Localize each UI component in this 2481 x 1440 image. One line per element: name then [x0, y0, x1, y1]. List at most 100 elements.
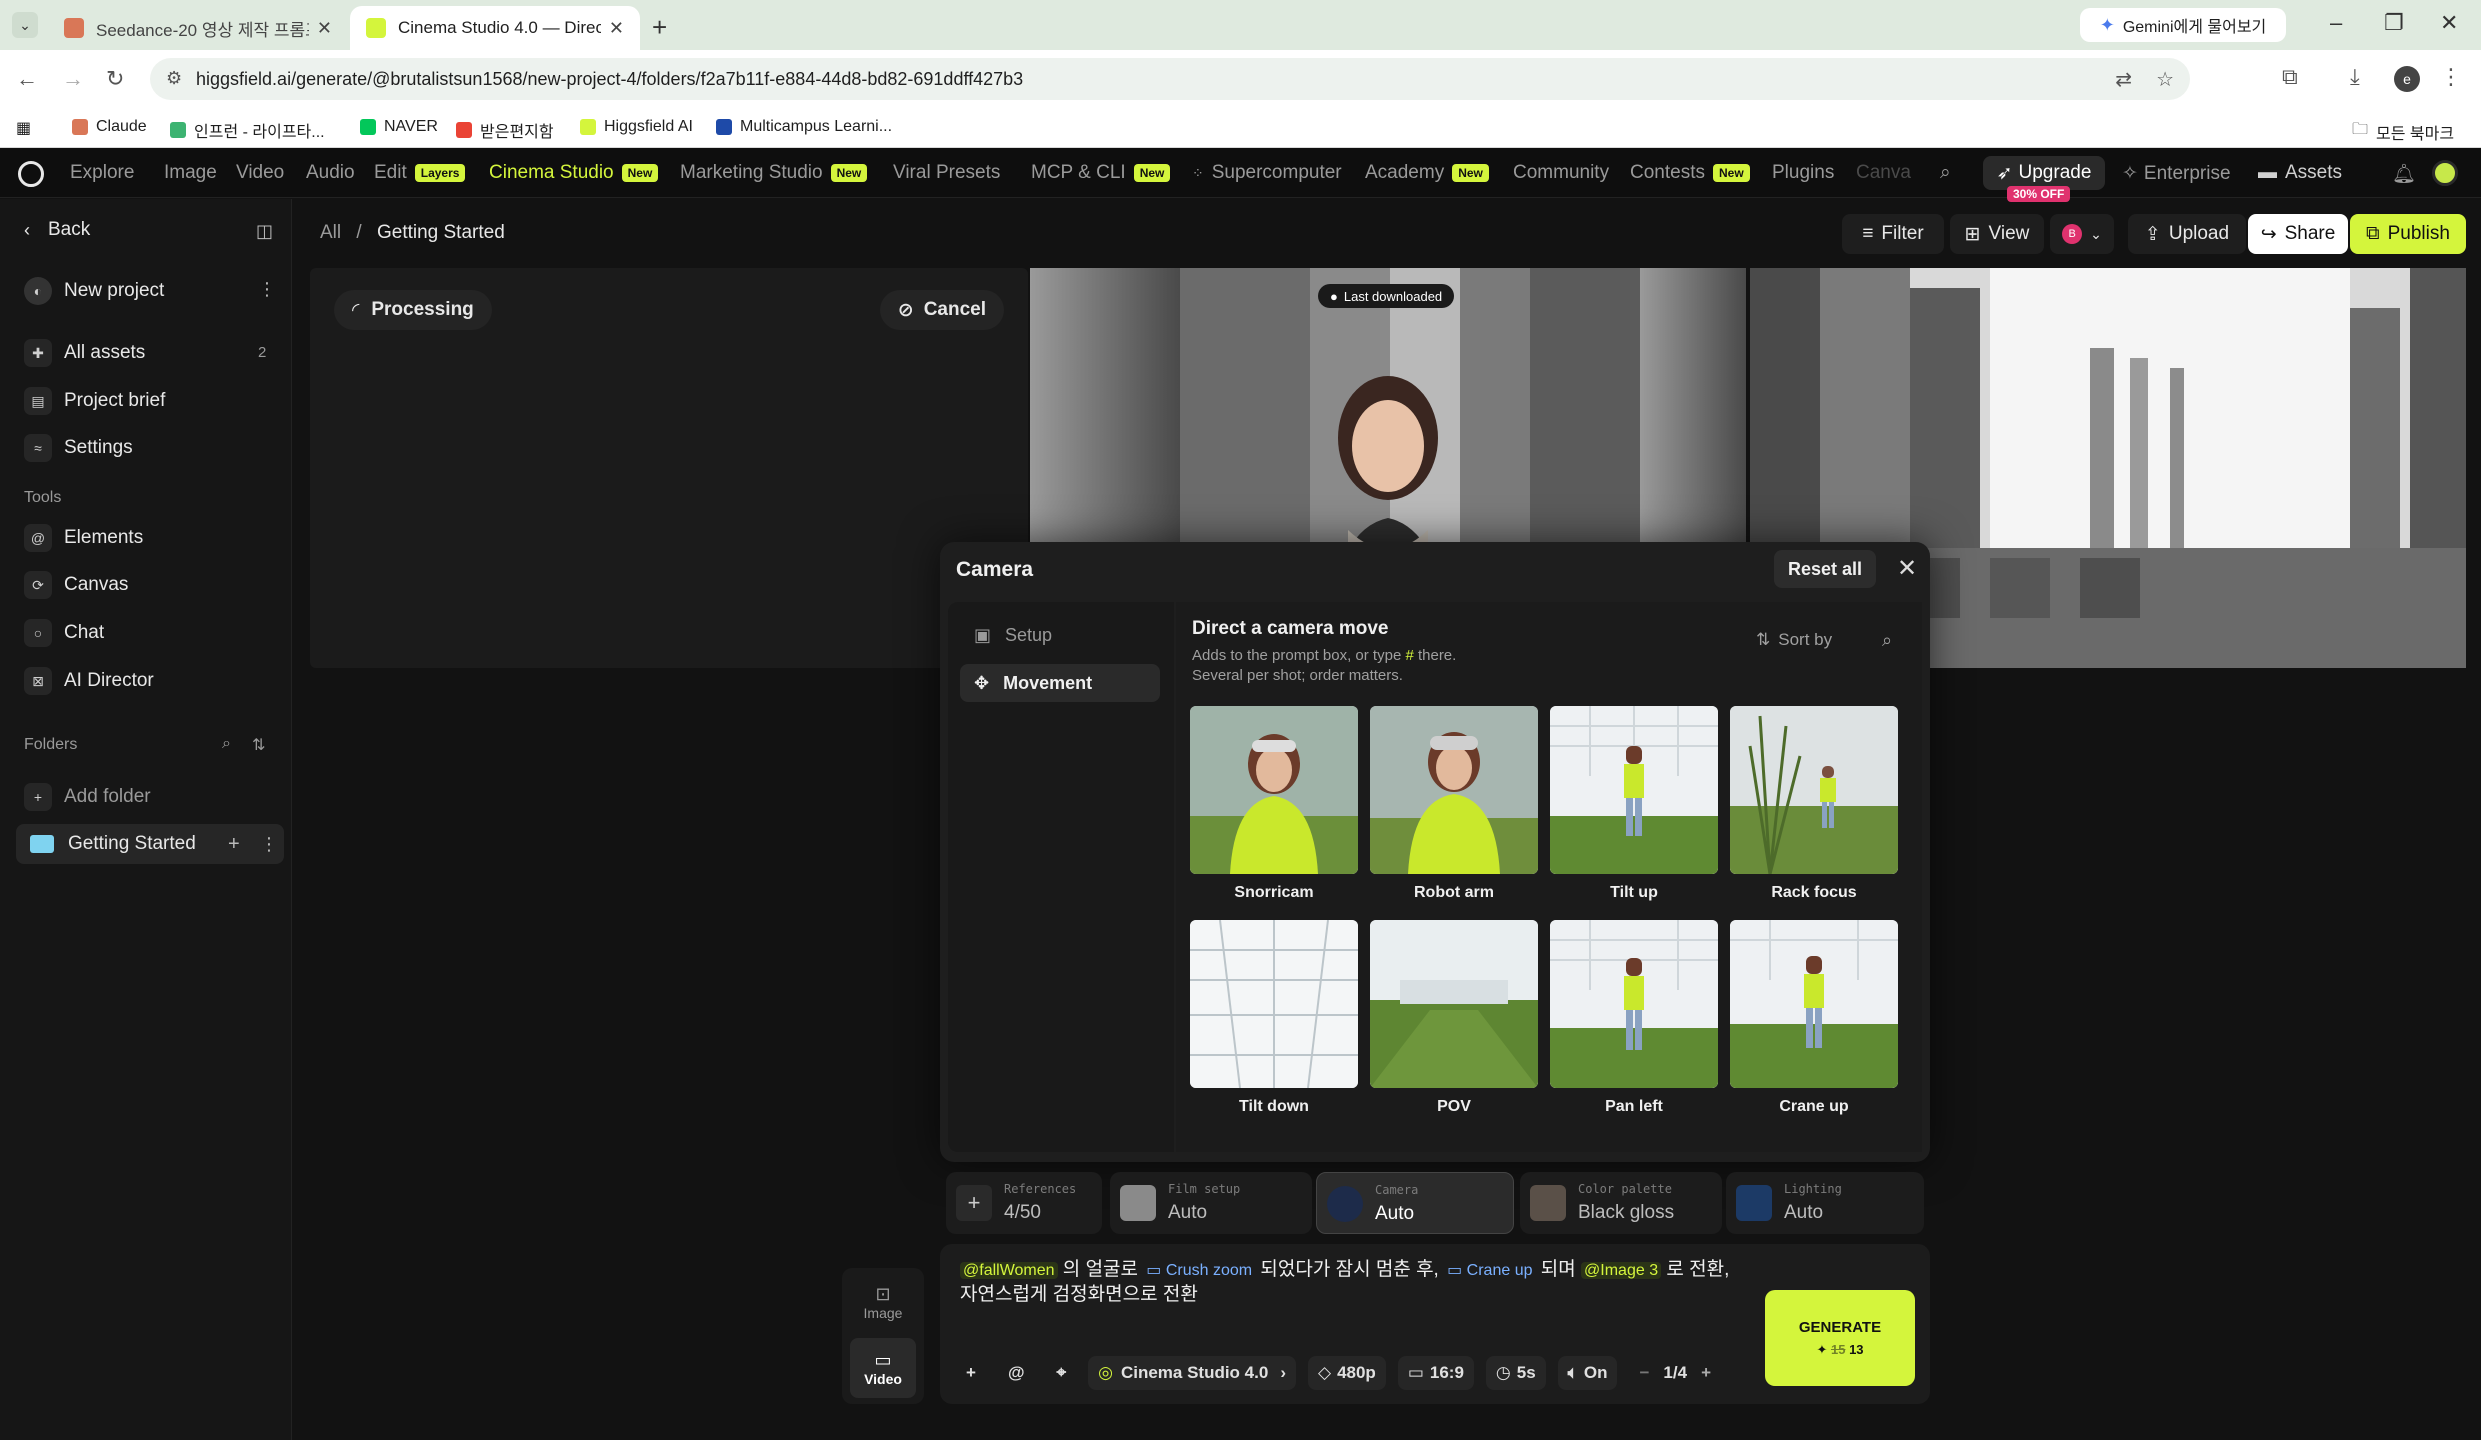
film-setup-setting[interactable]: Film setup Auto — [1110, 1172, 1312, 1234]
bookmark-higgsfield[interactable]: Higgsfield AI — [580, 118, 693, 136]
gemini-button[interactable]: ✦ Gemini에게 물어보기 — [2080, 8, 2286, 42]
resolution-selector[interactable]: ◇ 480p — [1307, 1356, 1386, 1390]
bookmark-claude[interactable]: Claude — [72, 118, 147, 136]
back-button[interactable]: ‹ Back — [24, 219, 90, 241]
move-crane-up[interactable]: Crane up — [1730, 920, 1898, 1116]
all-bookmarks[interactable]: 🗀 모든 북마크 — [2352, 118, 2454, 145]
nav-video[interactable]: Video — [236, 162, 284, 184]
nav-mcp-cli[interactable]: MCP & CLI New — [1031, 162, 1171, 184]
forward-arrow-icon[interactable]: → — [62, 66, 84, 92]
nav-academy[interactable]: Academy New — [1365, 162, 1489, 184]
minimize-icon[interactable]: – — [2330, 10, 2342, 36]
add-icon[interactable]: + — [956, 1356, 986, 1390]
move-rack-focus[interactable]: Rack focus — [1730, 706, 1898, 902]
view-button[interactable]: ⊞ View — [1950, 214, 2044, 254]
browser-tab-seedance[interactable]: Seedance-20 영상 제작 프롬프 ✕ — [48, 6, 348, 50]
nav-plugins[interactable]: Plugins — [1772, 162, 1834, 184]
translate-icon[interactable]: ⇄ — [2115, 67, 2132, 92]
nav-community[interactable]: Community — [1513, 162, 1609, 184]
sidebar-item-project-brief[interactable]: ▤ Project brief — [24, 387, 165, 415]
color-palette-setting[interactable]: Color palette Black gloss — [1520, 1172, 1722, 1234]
count-stepper[interactable]: −1/4 + — [1629, 1356, 1721, 1390]
move-robot-arm[interactable]: Robot arm — [1370, 706, 1538, 902]
nav-canva[interactable]: Canva — [1856, 162, 1911, 184]
browser-tab-cinema[interactable]: Cinema Studio 4.0 — Direct E ✕ — [350, 6, 640, 50]
sidebar-item-settings[interactable]: ≈ Settings — [24, 434, 133, 462]
tab-setup[interactable]: ▣ Setup — [960, 616, 1160, 654]
mode-video[interactable]: ▭ Video — [850, 1338, 916, 1398]
model-selector[interactable]: ◎ Cinema Studio 4.0 › — [1088, 1356, 1296, 1390]
mention-icon[interactable]: @ — [998, 1356, 1035, 1390]
nav-cinema-studio[interactable]: Cinema Studio New — [489, 162, 659, 184]
camera-move-tag[interactable]: ▭ Crush zoom — [1143, 1262, 1255, 1279]
nav-image[interactable]: Image — [164, 162, 217, 184]
user-avatar[interactable] — [2432, 160, 2458, 186]
close-tab-icon[interactable]: ✕ — [317, 18, 332, 39]
crumb-all[interactable]: All — [320, 222, 341, 243]
sidebar-item-canvas[interactable]: ⟳ Canvas — [24, 571, 128, 599]
folder-getting-started[interactable]: Getting Started + ⋮ — [16, 824, 284, 864]
mode-image[interactable]: ⊡ Image — [850, 1272, 916, 1332]
bookmark-inflearn[interactable]: 인프런 - 라이프타... — [170, 118, 325, 142]
back-arrow-icon[interactable]: ← — [16, 66, 38, 92]
sidebar-item-ai-director[interactable]: ⊠ AI Director — [24, 667, 154, 695]
audio-toggle[interactable]: 🔈︎ On — [1557, 1356, 1618, 1390]
references-setting[interactable]: + References 4/50 — [946, 1172, 1102, 1234]
extensions-icon[interactable]: ⧉ — [2282, 64, 2298, 90]
add-folder-button[interactable]: + Add folder — [24, 783, 151, 811]
scan-icon[interactable]: ⌖ — [1047, 1356, 1077, 1390]
move-tilt-down[interactable]: Tilt down — [1190, 920, 1358, 1116]
profile-avatar[interactable]: e — [2394, 66, 2420, 92]
nav-marketing-studio[interactable]: Marketing Studio New — [680, 162, 868, 184]
aspect-selector[interactable]: ▭ 16:9 — [1397, 1356, 1474, 1390]
move-tilt-up[interactable]: Tilt up — [1550, 706, 1718, 902]
browser-menu-icon[interactable]: ⋮ — [2440, 64, 2462, 90]
workspace-switcher[interactable]: B ⌄ — [2050, 214, 2114, 254]
nav-viral-presets[interactable]: Viral Presets — [893, 162, 1000, 184]
nav-audio[interactable]: Audio — [306, 162, 355, 184]
sidebar-item-chat[interactable]: ○ Chat — [24, 619, 104, 647]
upgrade-button[interactable]: ➶ Upgrade — [1983, 156, 2105, 190]
prompt-text[interactable]: @fallWomen 의 얼굴로 ▭ Crush zoom 되었다가 잠시 멈춘… — [960, 1258, 1740, 1307]
folder-search-icon[interactable]: ⌕ — [222, 735, 231, 753]
close-icon[interactable]: ✕ — [1892, 554, 1922, 584]
move-pan-left[interactable]: Pan left — [1550, 920, 1718, 1116]
element-tag[interactable]: @fallWomen — [960, 1262, 1058, 1279]
cancel-button[interactable]: ⊘ Cancel — [879, 290, 1004, 330]
nav-explore[interactable]: Explore — [70, 162, 134, 184]
generate-button[interactable]: GENERATE ✦ 15 13 — [1765, 1290, 1915, 1386]
project-menu-icon[interactable]: ⋮ — [258, 279, 276, 300]
sort-by-button[interactable]: ⇅ Sort by — [1756, 630, 1832, 650]
nav-search-icon[interactable]: ⌕ — [1940, 162, 1951, 184]
share-button[interactable]: ↪ Share — [2248, 214, 2348, 254]
folder-add-icon[interactable]: + — [228, 833, 240, 856]
new-tab-icon[interactable]: + — [652, 12, 667, 43]
minus-icon[interactable]: − — [1639, 1363, 1649, 1383]
nav-edit[interactable]: Edit Layers — [374, 162, 466, 184]
image-tag[interactable]: @Image 3 — [1581, 1262, 1662, 1279]
move-snorricam[interactable]: Snorricam — [1190, 706, 1358, 902]
window-close-icon[interactable]: ✕ — [2440, 10, 2458, 36]
sort-icon[interactable]: ⇅ — [252, 735, 265, 755]
lighting-setting[interactable]: Lighting Auto — [1726, 1172, 1924, 1234]
reset-all-button[interactable]: Reset all — [1774, 550, 1877, 588]
site-info-icon[interactable]: ⚙ — [166, 68, 182, 89]
bookmark-gmail[interactable]: 받은편지함 — [456, 118, 554, 142]
bookmark-multicampus[interactable]: Multicampus Learni... — [716, 118, 892, 136]
bookmark-naver[interactable]: NAVER — [360, 118, 438, 136]
camera-setting[interactable]: Camera Auto — [1316, 1172, 1514, 1234]
folder-menu-icon[interactable]: ⋮ — [260, 834, 278, 855]
duration-selector[interactable]: ◷ 5s — [1485, 1356, 1546, 1390]
restore-icon[interactable]: ❐ — [2384, 10, 2404, 36]
nav-assets[interactable]: ▬ Assets — [2258, 162, 2342, 184]
camera-move-tag[interactable]: ▭ Crane up — [1444, 1262, 1535, 1279]
nav-supercomputer[interactable]: ⁘ Supercomputer — [1192, 162, 1342, 184]
download-icon[interactable]: ⤓ — [2350, 64, 2360, 90]
collapse-sidebar-icon[interactable]: ◫ — [256, 221, 273, 242]
tab-search-chevron-icon[interactable]: ⌄ — [12, 12, 38, 38]
move-pov[interactable]: POV — [1370, 920, 1538, 1116]
sidebar-item-elements[interactable]: @ Elements — [24, 524, 143, 552]
nav-contests[interactable]: Contests New — [1630, 162, 1750, 184]
close-tab-icon[interactable]: ✕ — [609, 18, 624, 39]
nav-enterprise[interactable]: ✧ Enterprise — [2122, 162, 2231, 185]
